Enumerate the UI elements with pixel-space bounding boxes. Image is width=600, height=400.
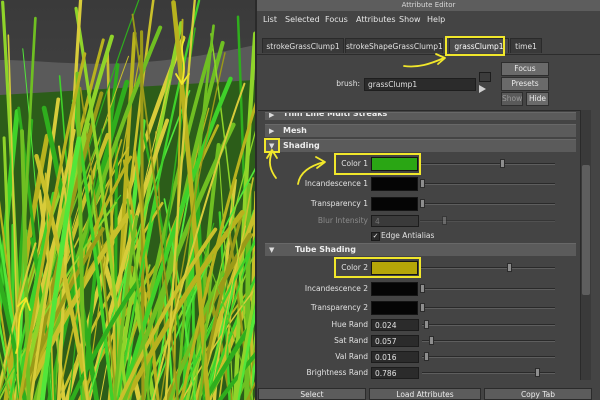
color1-slider-track[interactable] xyxy=(420,163,555,165)
transparency2-slider-thumb[interactable] xyxy=(420,303,425,312)
val-rand-slider-thumb[interactable] xyxy=(424,352,429,361)
incandescence1-swatch[interactable] xyxy=(371,177,418,191)
output-connection-icon[interactable] xyxy=(479,85,486,93)
menu-show[interactable]: Show xyxy=(399,13,421,27)
load-attributes-button[interactable]: Load Attributes xyxy=(369,388,481,400)
transparency2-swatch[interactable] xyxy=(371,301,418,315)
edge-antialias-checkbox[interactable]: ✓ xyxy=(371,232,380,241)
transparency1-label: Transparency 1 xyxy=(310,199,368,208)
input-connection-icon[interactable] xyxy=(479,72,491,82)
brush-label: brush: xyxy=(336,79,360,88)
tab-strokeGrassClump1[interactable]: strokeGrassClump1 xyxy=(262,38,344,53)
blur-intensity-slider-track xyxy=(420,220,555,222)
grass-render-image xyxy=(0,0,255,400)
hue-rand-slider-thumb[interactable] xyxy=(424,320,429,329)
incandescence2-slider-thumb[interactable] xyxy=(420,284,425,293)
tab-time1[interactable]: time1 xyxy=(510,38,542,53)
blur-intensity-slider-thumb xyxy=(442,216,447,225)
transparency2-slider-track[interactable] xyxy=(420,307,555,309)
sat-rand-field[interactable]: 0.057 xyxy=(371,335,419,347)
brightness-rand-label: Brightness Rand xyxy=(306,368,369,377)
brightness-rand-field[interactable]: 0.786 xyxy=(371,367,419,379)
expand-arrow-icon[interactable]: ▶ xyxy=(269,125,274,137)
val-rand-slider-track[interactable] xyxy=(422,356,555,358)
viewport-grass-render[interactable] xyxy=(0,0,255,400)
menu-bar: List Selected Focus Attributes Show Help xyxy=(257,13,600,27)
annotation-arrow-icon xyxy=(297,156,326,185)
vertical-scrollbar[interactable] xyxy=(580,110,591,380)
copy-tab-button[interactable]: Copy Tab xyxy=(484,388,592,400)
hue-rand-label: Hue Rand xyxy=(331,320,368,329)
transparency1-slider-track[interactable] xyxy=(420,203,555,205)
highlight-box xyxy=(445,36,505,56)
transparency2-label: Transparency 2 xyxy=(310,303,368,312)
sat-rand-slider-thumb[interactable] xyxy=(429,336,434,345)
show-button[interactable]: Show xyxy=(501,92,523,106)
sat-rand-slider-track[interactable] xyxy=(422,340,555,342)
section-title: Thin Line Multi Streaks xyxy=(283,112,388,118)
presets-button[interactable]: Presets xyxy=(501,77,549,91)
scrollbar-thumb[interactable] xyxy=(582,165,590,295)
select-button[interactable]: Select xyxy=(258,388,366,400)
section-thin-line-multi-streaks[interactable]: ▶ Thin Line Multi Streaks xyxy=(265,112,576,120)
hue-rand-slider-track[interactable] xyxy=(422,324,555,326)
color2-slider-thumb[interactable] xyxy=(507,263,512,272)
hide-button[interactable]: Hide xyxy=(526,92,549,106)
section-mesh[interactable]: ▶ Mesh xyxy=(265,124,576,137)
menu-selected[interactable]: Selected xyxy=(285,13,320,27)
window-title: Attribute Editor xyxy=(257,0,600,11)
menu-list[interactable]: List xyxy=(263,13,277,27)
section-title: Mesh xyxy=(283,126,307,135)
collapse-arrow-icon[interactable]: ▼ xyxy=(269,244,274,256)
annotation-arrow-icon xyxy=(403,53,446,68)
transparency1-swatch[interactable] xyxy=(371,197,418,211)
color1-slider-thumb[interactable] xyxy=(500,159,505,168)
incandescence1-slider-track[interactable] xyxy=(420,183,555,185)
color2-slider-track[interactable] xyxy=(420,267,555,269)
incandescence2-label: Incandescence 2 xyxy=(304,284,368,293)
menu-help[interactable]: Help xyxy=(427,13,445,27)
highlight-box xyxy=(334,153,421,175)
transparency1-slider-thumb[interactable] xyxy=(420,199,425,208)
menu-focus[interactable]: Focus xyxy=(325,13,348,27)
incandescence2-swatch[interactable] xyxy=(371,282,418,296)
brush-field[interactable]: grassClump1 xyxy=(364,78,476,91)
section-title: Tube Shading xyxy=(295,245,356,254)
incandescence1-slider-thumb[interactable] xyxy=(420,179,425,188)
val-rand-label: Val Rand xyxy=(335,352,368,361)
expand-arrow-icon[interactable]: ▶ xyxy=(269,113,274,120)
annotation-arrow-icon xyxy=(266,149,278,179)
section-tube-shading[interactable]: ▼ Tube Shading xyxy=(265,243,576,256)
highlight-box xyxy=(334,257,421,278)
edge-antialias-label: Edge Antialias xyxy=(381,231,435,240)
incandescence2-slider-track[interactable] xyxy=(420,288,555,290)
menu-attributes[interactable]: Attributes xyxy=(356,13,396,27)
blur-intensity-field: 4 xyxy=(371,215,419,227)
focus-button[interactable]: Focus xyxy=(501,62,549,76)
hue-rand-field[interactable]: 0.024 xyxy=(371,319,419,331)
val-rand-field[interactable]: 0.016 xyxy=(371,351,419,363)
sat-rand-label: Sat Rand xyxy=(334,336,368,345)
brightness-rand-slider-thumb[interactable] xyxy=(535,368,540,377)
blur-intensity-label: Blur Intensity xyxy=(317,216,368,225)
